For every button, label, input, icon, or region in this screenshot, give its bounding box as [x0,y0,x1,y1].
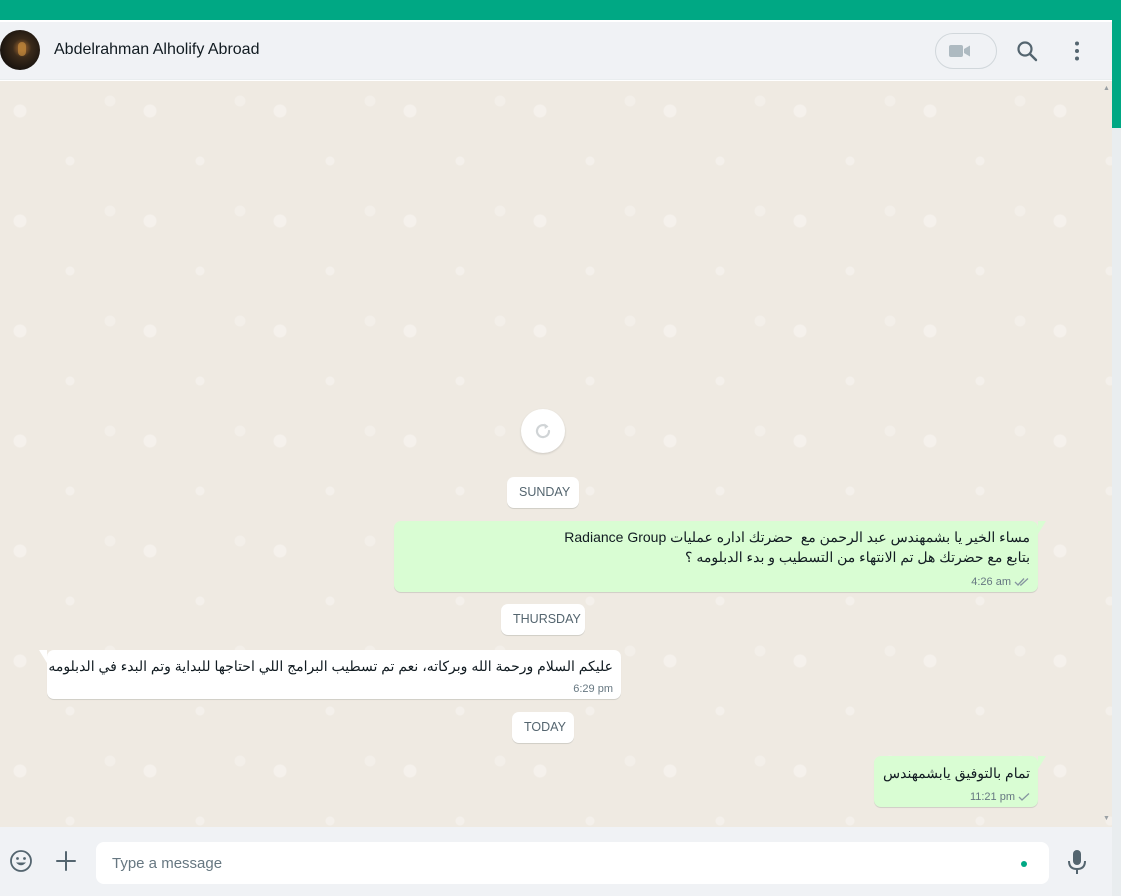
message-meta: 6:29 pm [573,683,613,695]
single-check-icon [1018,793,1030,801]
attach-plus-icon[interactable] [54,849,78,873]
compose-bar [0,827,1112,896]
message-time: 4:26 am [971,576,1011,588]
search-icon[interactable] [1015,39,1039,63]
chat-panel[interactable]: ▲ ▼ SUNDAY مساء الخير يا بشمهندس عبد الر… [0,81,1112,827]
message-text: مساء الخير يا بشمهندس عبد الرحمن مع حضرت… [564,529,1030,565]
menu-icon[interactable] [1070,39,1084,63]
video-call-button[interactable] [935,33,997,69]
bubble-tail [1038,521,1046,534]
date-separator: THURSDAY [501,604,585,635]
scroll-down-arrow-icon[interactable]: ▼ [1103,815,1110,822]
chevron-down-icon [949,46,957,51]
message-text: تمام بالتوفيق يابشمهندس [883,765,1030,781]
outgoing-message[interactable]: مساء الخير يا بشمهندس عبد الرحمن مع حضرت… [394,521,1046,592]
contact-name[interactable]: Abdelrahman Alholify Abroad [54,41,259,59]
date-separator: TODAY [512,712,574,743]
avatar[interactable] [0,30,40,70]
outgoing-message[interactable]: تمام بالتوفيق يابشمهندس 11:21 pm [874,756,1046,807]
top-accent-bar [0,0,1121,20]
message-text: عليكم السلام ورحمة الله وبركاته، نعم تم … [48,658,613,674]
date-separator: SUNDAY [507,477,579,508]
message-input-box[interactable] [96,842,1049,884]
status-dot-icon [1021,861,1027,867]
right-panel-edge [1112,22,1121,896]
right-accent-bar [1112,20,1121,128]
scroll-up-arrow-icon[interactable]: ▲ [1103,85,1110,92]
message-time: 6:29 pm [573,683,613,695]
incoming-message[interactable]: عليكم السلام ورحمة الله وبركاته، نعم تم … [39,650,621,699]
message-time: 11:21 pm [969,791,1015,803]
refresh-icon [535,423,551,439]
bubble-tail [39,650,47,663]
message-meta: 11:21 pm [970,791,1030,803]
message-input[interactable] [112,842,1012,884]
microphone-icon[interactable] [1066,849,1088,875]
chat-header: Abdelrahman Alholify Abroad [0,22,1112,80]
double-check-icon [1014,578,1029,586]
emoji-icon[interactable] [9,849,33,873]
message-meta: 4:26 am [971,576,1030,588]
bubble-tail [1038,756,1046,769]
load-earlier-button[interactable] [521,409,565,453]
